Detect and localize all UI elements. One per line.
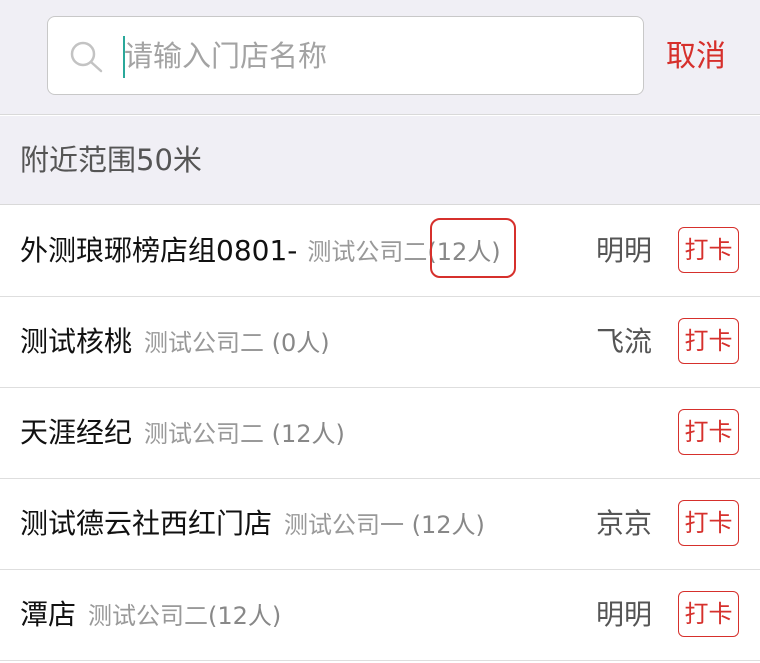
search-box[interactable] — [47, 16, 644, 95]
store-info: 测试核桃 测试公司二 (0人) — [20, 297, 330, 387]
checkin-button[interactable]: 打卡 — [678, 227, 739, 273]
checkin-button[interactable]: 打卡 — [678, 591, 739, 637]
cancel-button[interactable]: 取消 — [666, 36, 726, 78]
store-company: 测试公司二 — [88, 602, 209, 630]
text-caret — [123, 36, 125, 78]
store-company: 测试公司二 — [144, 329, 265, 357]
store-name: 测试德云社西红门店 — [20, 507, 273, 540]
store-company: 测试公司二 — [144, 420, 265, 448]
search-input[interactable] — [124, 31, 624, 81]
store-name: 外测琅琊榜店组0801- — [20, 234, 298, 267]
store-member-count: (12人) — [208, 602, 282, 630]
store-member-count: (12人) — [264, 420, 345, 448]
search-header: 取消 — [0, 0, 760, 115]
list-item[interactable]: 外测琅琊榜店组0801- 测试公司二(12人) 明明 打卡 — [0, 206, 760, 297]
store-company: 测试公司一 — [284, 511, 405, 539]
store-name: 潭店 — [20, 598, 77, 631]
store-member-count: (12人) — [427, 238, 501, 266]
store-search-page: 取消 附近范围50米 外测琅琊榜店组0801-测试公司二(12人) 明明 打卡 … — [0, 0, 760, 663]
section-title: 附近范围50米 — [20, 143, 202, 177]
store-manager: 京京 — [596, 507, 653, 540]
list-item[interactable]: 潭店 测试公司二(12人) 明明 打卡 — [0, 570, 760, 661]
nearby-range-header: 附近范围50米 — [0, 116, 760, 205]
store-list: 外测琅琊榜店组0801- 测试公司二(12人) 明明 打卡 测试核桃 测试公司二 (… — [0, 206, 760, 661]
store-info: 外测琅琊榜店组0801- 测试公司二(12人) — [20, 206, 501, 296]
list-item[interactable]: 测试核桃 测试公司二 (0人) 飞流 打卡 — [0, 297, 760, 388]
store-manager: 明明 — [596, 234, 653, 267]
list-item[interactable]: 天涯经纪 测试公司二 (12人) 打卡 — [0, 388, 760, 479]
store-name: 天涯经纪 — [20, 416, 133, 449]
search-icon — [70, 41, 103, 73]
store-member-count: (12人) — [404, 511, 485, 539]
store-info: 天涯经纪 测试公司二 (12人) — [20, 388, 345, 478]
store-manager: 飞流 — [596, 325, 653, 358]
list-item[interactable]: 测试德云社西红门店 测试公司一 (12人) 京京 打卡 — [0, 479, 760, 570]
store-manager: 明明 — [596, 598, 653, 631]
store-company: 测试公司二 — [307, 238, 428, 266]
store-member-count: (0人) — [264, 329, 330, 357]
checkin-button[interactable]: 打卡 — [678, 500, 739, 546]
store-info: 测试德云社西红门店 测试公司一 (12人) — [20, 479, 485, 569]
checkin-button[interactable]: 打卡 — [678, 409, 739, 455]
store-name: 测试核桃 — [20, 325, 133, 358]
checkin-button[interactable]: 打卡 — [678, 318, 739, 364]
store-info: 潭店 测试公司二(12人) — [20, 570, 281, 660]
